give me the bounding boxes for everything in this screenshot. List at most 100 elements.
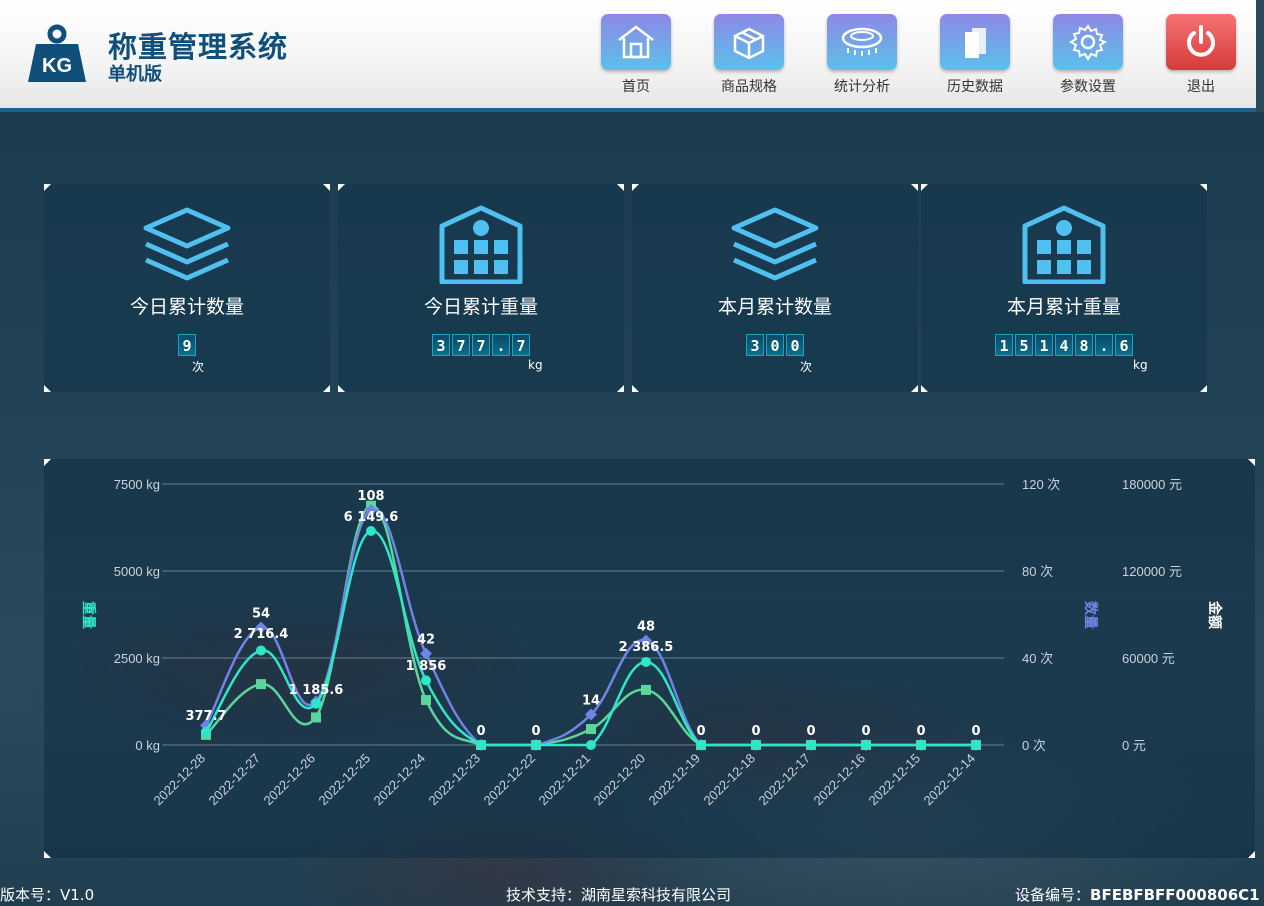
- series-point: [751, 740, 761, 750]
- series-point: [256, 679, 266, 690]
- digit: 9: [178, 334, 196, 356]
- x-tick-label: 2022-12-18: [700, 751, 758, 809]
- stat-digits: 377.7: [338, 334, 624, 356]
- stat-digits: 15148.6: [921, 334, 1207, 356]
- x-tick-label: 2022-12-20: [590, 751, 648, 809]
- y-right1-tick-label: 0 次: [1022, 738, 1046, 753]
- device-id-value: BFEBFBFF000806C1: [1090, 886, 1260, 904]
- trend-chart: 0 kg 0 次 0 元 2500 kg 40 次 60000 元 5000 kg 80 次 1…: [80, 477, 1223, 809]
- y-right1-axis-label: 数量: [1082, 601, 1099, 629]
- series-point: [531, 740, 541, 750]
- digit: 0: [766, 334, 784, 356]
- nav-product-spec-label: 商品规格: [721, 79, 777, 95]
- stat-unit: 次: [800, 360, 813, 374]
- series-point: [696, 740, 706, 750]
- power-icon: [1166, 14, 1236, 70]
- digit: 3: [432, 334, 450, 356]
- series-point: [476, 740, 486, 750]
- device-id-label: 设备编号：BFEBFBFF000806C1: [1015, 884, 1260, 905]
- x-tick-label: 2022-12-21: [535, 751, 593, 809]
- stat-digits: 300: [632, 334, 918, 356]
- nav-home[interactable]: 首页: [600, 14, 672, 96]
- stat-label: 今日累计数量: [129, 296, 244, 318]
- documents-icon: [940, 14, 1010, 70]
- stat-card-today-count: 今日累计数量 9 次: [44, 184, 330, 392]
- series-point: [861, 740, 871, 750]
- x-tick-label: 2022-12-15: [865, 751, 923, 809]
- stat-card-month-count: 本月累计数量 300 次: [632, 184, 918, 392]
- digit: 6: [1115, 334, 1133, 356]
- x-tick-label: 2022-12-19: [645, 751, 703, 809]
- stat-card-today-weight: 今日累计重量 377.7 kg: [338, 184, 624, 392]
- series-point: [201, 726, 211, 737]
- x-tick-label: 2022-12-16: [810, 751, 868, 809]
- stat-unit: 次: [192, 360, 205, 374]
- series-point: [806, 740, 816, 750]
- y-right2-tick-label: 180000 元: [1122, 477, 1182, 492]
- data-label: 0: [696, 724, 705, 739]
- x-tick-label: 2022-12-25: [315, 751, 373, 809]
- y-right1-tick-label: 80 次: [1022, 564, 1053, 579]
- y-right1-tick-label: 40 次: [1022, 651, 1053, 666]
- series-point: [421, 695, 431, 706]
- stat-unit: kg: [1133, 358, 1148, 372]
- nav-settings[interactable]: 参数设置: [1052, 14, 1124, 96]
- device-id-prefix: 设备编号：: [1015, 886, 1091, 904]
- top-navigation: 首页 商品规格 统计分析 历史数据 参数设置 退出: [600, 14, 1240, 98]
- digit: 7: [452, 334, 470, 356]
- digit: 4: [1055, 334, 1073, 356]
- data-label: 0: [751, 724, 760, 739]
- data-label: 0: [916, 724, 925, 739]
- x-tick-label: 2022-12-17: [755, 751, 813, 809]
- stat-label: 今日累计重量: [423, 296, 538, 318]
- digit: 1: [995, 334, 1013, 356]
- box-icon: [714, 14, 784, 70]
- data-label: 0: [806, 724, 815, 739]
- home-icon: [601, 14, 671, 70]
- y-left-tick-label: 2500 kg: [114, 651, 160, 666]
- digit: 7: [512, 334, 530, 356]
- nav-exit[interactable]: 退出: [1165, 14, 1237, 96]
- y-left-tick-label: 0 kg: [135, 738, 160, 753]
- series-point: [421, 675, 431, 686]
- digit: 0: [786, 334, 804, 356]
- gear-icon: [1053, 14, 1123, 70]
- series-point: [311, 712, 321, 723]
- data-label: 14: [582, 694, 600, 709]
- logo-text: KG: [42, 55, 72, 77]
- header-bar: KG 称重管理系统 单机版 首页 商品规格 统计分析 历史数据 参数设置 退出: [0, 0, 1264, 112]
- digit: .: [492, 334, 510, 356]
- data-label: 42: [417, 633, 435, 648]
- y-right2-tick-label: 120000 元: [1122, 564, 1182, 579]
- y-right2-axis-label: 金额: [1206, 600, 1223, 629]
- x-tick-label: 2022-12-23: [425, 751, 483, 809]
- x-tick-label: 2022-12-14: [920, 751, 978, 809]
- data-label: 377.7: [185, 709, 226, 724]
- data-label: 54: [252, 607, 270, 622]
- series-point: [586, 740, 596, 750]
- data-label: 2 716.4: [234, 627, 289, 642]
- layers-icon: [731, 207, 819, 281]
- x-tick-label: 2022-12-22: [480, 751, 538, 809]
- nav-history[interactable]: 历史数据: [939, 14, 1011, 96]
- building-icon: [1022, 205, 1106, 284]
- stat-label: 本月累计重量: [1006, 296, 1121, 318]
- x-tick-label: 2022-12-27: [205, 751, 263, 809]
- nav-exit-label: 退出: [1187, 79, 1215, 95]
- version-label: 版本号：V1.0: [0, 886, 95, 904]
- digit: 8: [1075, 334, 1093, 356]
- series-point: [311, 698, 321, 709]
- data-label: 0: [971, 724, 980, 739]
- digit: .: [1095, 334, 1113, 356]
- data-label: 108: [357, 489, 384, 504]
- support-label: 技术支持：湖南星索科技有限公司: [506, 886, 732, 904]
- nav-product-spec[interactable]: 商品规格: [713, 14, 785, 96]
- series-point: [366, 525, 376, 536]
- series-point: [971, 740, 981, 750]
- series-point: [256, 645, 266, 656]
- y-right2-tick-label: 60000 元: [1122, 651, 1175, 666]
- nav-statistics[interactable]: 统计分析: [826, 14, 898, 96]
- data-label: 0: [476, 724, 485, 739]
- digit: 5: [1015, 334, 1033, 356]
- digit: 3: [746, 334, 764, 356]
